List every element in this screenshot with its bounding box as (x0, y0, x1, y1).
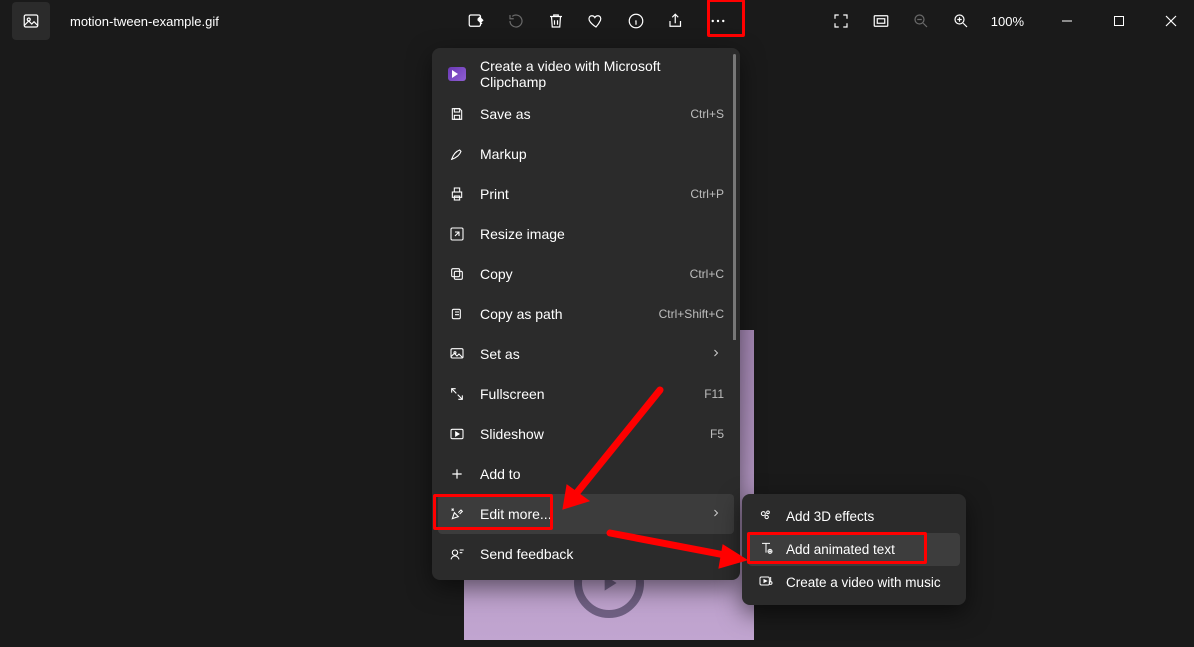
menu-copy[interactable]: Copy Ctrl+C (438, 254, 734, 294)
save-icon (448, 105, 466, 123)
copypath-icon (448, 305, 466, 323)
edit-image-button[interactable] (460, 5, 492, 37)
maximize-button[interactable] (1096, 5, 1142, 37)
zoom-out-button[interactable] (905, 5, 937, 37)
resize-icon (448, 225, 466, 243)
slideshow-icon (448, 425, 466, 443)
close-button[interactable] (1148, 5, 1194, 37)
setas-icon (448, 345, 466, 363)
share-button[interactable] (660, 5, 692, 37)
info-button[interactable] (620, 5, 652, 37)
menu-label: Create a video with Microsoft Clipchamp (480, 58, 724, 90)
menu-resize[interactable]: Resize image (438, 214, 734, 254)
menu-shortcut: Ctrl+Shift+C (659, 307, 724, 321)
menu-saveas[interactable]: Save as Ctrl+S (438, 94, 734, 134)
fit-button[interactable] (865, 5, 897, 37)
print-icon (448, 185, 466, 203)
copy-icon (448, 265, 466, 283)
menu-markup[interactable]: Markup (438, 134, 734, 174)
menu-label: Markup (480, 146, 724, 162)
plus-icon (448, 465, 466, 483)
clipchamp-icon (448, 65, 466, 83)
titlebar: motion-tween-example.gif (0, 0, 1194, 42)
zoom-in-button[interactable] (945, 5, 977, 37)
menu-copypath[interactable]: Copy as path Ctrl+Shift+C (438, 294, 734, 334)
toolbar-center (460, 5, 734, 37)
favorite-button[interactable] (580, 5, 612, 37)
chevron-right-icon (710, 506, 724, 522)
menu-label: Save as (480, 106, 676, 122)
submenu-label: Add 3D effects (786, 509, 874, 524)
menu-shortcut: Ctrl+C (690, 267, 724, 281)
zoom-label[interactable]: 100% (985, 14, 1030, 29)
submenu-label: Create a video with music (786, 575, 941, 590)
fullscreen-icon (448, 385, 466, 403)
feedback-icon (448, 545, 466, 563)
menu-label: Copy as path (480, 306, 645, 322)
menu-label: Print (480, 186, 676, 202)
image-thumbnail-icon[interactable] (12, 2, 50, 40)
submenu-video-music[interactable]: Create a video with music (748, 566, 960, 599)
annotation-arrow-1 (555, 385, 675, 515)
menu-label: Set as (480, 346, 696, 362)
annotation-highlight-editmore (433, 494, 553, 530)
fullscreen-button[interactable] (825, 5, 857, 37)
menu-shortcut: Ctrl+P (690, 187, 724, 201)
submenu-3d-effects[interactable]: Add 3D effects (748, 500, 960, 533)
markup-icon (448, 145, 466, 163)
menu-label: Resize image (480, 226, 724, 242)
menu-shortcut: F5 (710, 427, 724, 441)
rotate-button[interactable] (500, 5, 532, 37)
filename-label: motion-tween-example.gif (70, 14, 219, 29)
delete-button[interactable] (540, 5, 572, 37)
annotation-arrow-2 (605, 528, 755, 568)
menu-clipchamp[interactable]: Create a video with Microsoft Clipchamp (438, 54, 734, 94)
menu-label: Copy (480, 266, 676, 282)
menu-print[interactable]: Print Ctrl+P (438, 174, 734, 214)
annotation-highlight-animatedtext (747, 532, 927, 564)
menu-shortcut: Ctrl+S (690, 107, 724, 121)
menu-setas[interactable]: Set as (438, 334, 734, 374)
video-music-icon (758, 573, 774, 592)
3d-icon (758, 507, 774, 526)
chevron-right-icon (710, 346, 724, 362)
minimize-button[interactable] (1044, 5, 1090, 37)
annotation-highlight-more (707, 0, 745, 37)
menu-shortcut: F11 (704, 387, 724, 401)
